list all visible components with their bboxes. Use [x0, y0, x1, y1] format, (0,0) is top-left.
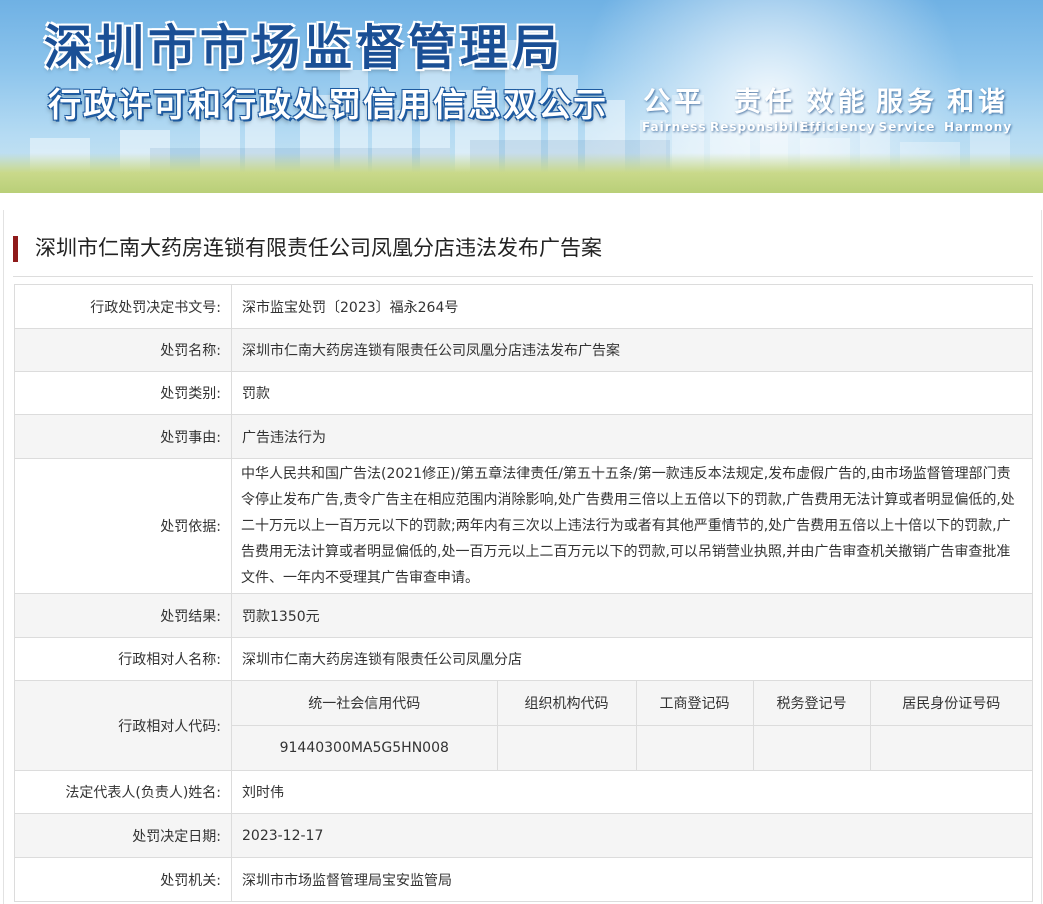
case-heading: 深圳市仁南大药房连锁有限责任公司凤凰分店违法发布广告案 — [13, 236, 1033, 277]
motto-service: 服务 Service — [876, 87, 938, 134]
code-value-row: 91440300MA5G5HN008 — [232, 725, 1032, 770]
banner-grass — [0, 153, 1043, 193]
motto-harmony: 和谐 Harmony — [944, 87, 1013, 134]
row-party-name: 行政相对人名称: 深圳市仁南大药房连锁有限责任公司凤凰分店 — [14, 637, 1033, 681]
doc-no-value: 深市监宝处罚〔2023〕福永264号 — [231, 284, 1033, 329]
penalty-name-value: 深圳市仁南大药房连锁有限责任公司凤凰分店违法发布广告案 — [231, 328, 1033, 372]
row-reason: 处罚事由: 广告违法行为 — [14, 414, 1033, 459]
party-name-value: 深圳市仁南大药房连锁有限责任公司凤凰分店 — [231, 637, 1033, 681]
row-basis: 处罚依据: 中华人民共和国广告法(2021修正)/第五章法律责任/第五十五条/第… — [14, 458, 1033, 594]
code-header: 统一社会信用代码 — [232, 681, 498, 726]
penalty-info-table: 行政处罚决定书文号: 深市监宝处罚〔2023〕福永264号 处罚名称: 深圳市仁… — [14, 284, 1033, 902]
row-legal-rep: 法定代表人(负责人)姓名: 刘时伟 — [14, 770, 1033, 814]
authority-value: 深圳市市场监督管理局宝安监管局 — [231, 857, 1033, 902]
code-value — [869, 725, 1032, 770]
party-code-table: 统一社会信用代码 组织机构代码 工商登记码 税务登记号 居民身份证号码 9144… — [232, 681, 1032, 770]
content-panel: 深圳市仁南大药房连锁有限责任公司凤凰分店违法发布广告案 行政处罚决定书文号: 深… — [3, 210, 1042, 904]
penalty-name-label: 处罚名称: — [14, 328, 232, 372]
row-category: 处罚类别: 罚款 — [14, 371, 1033, 415]
row-doc-no: 行政处罚决定书文号: 深市监宝处罚〔2023〕福永264号 — [14, 284, 1033, 329]
motto-fairness: 公平 Fairness — [642, 87, 707, 134]
result-value: 罚款1350元 — [231, 593, 1033, 638]
party-name-label: 行政相对人名称: — [14, 637, 232, 681]
banner-subtitle: 行政许可和行政处罚信用信息双公示 — [48, 85, 608, 124]
party-code-label: 行政相对人代码: — [14, 680, 232, 771]
decision-date-value: 2023-12-17 — [231, 813, 1033, 858]
authority-label: 处罚机关: — [14, 857, 232, 902]
header-banner: 深圳市市场监督管理局 行政许可和行政处罚信用信息双公示 公平 Fairness … — [0, 0, 1043, 193]
code-header: 税务登记号 — [752, 681, 871, 726]
category-label: 处罚类别: — [14, 371, 232, 415]
reason-label: 处罚事由: — [14, 414, 232, 459]
result-label: 处罚结果: — [14, 593, 232, 638]
row-penalty-name: 处罚名称: 深圳市仁南大药房连锁有限责任公司凤凰分店违法发布广告案 — [14, 328, 1033, 372]
doc-no-label: 行政处罚决定书文号: — [14, 284, 232, 329]
row-authority: 处罚机关: 深圳市市场监督管理局宝安监管局 — [14, 857, 1033, 902]
basis-value: 中华人民共和国广告法(2021修正)/第五章法律责任/第五十五条/第一款违反本法… — [231, 458, 1033, 594]
heading-accent-bar — [13, 236, 18, 262]
decision-date-label: 处罚决定日期: — [14, 813, 232, 858]
code-header-row: 统一社会信用代码 组织机构代码 工商登记码 税务登记号 居民身份证号码 — [232, 681, 1032, 726]
code-value — [635, 725, 754, 770]
row-decision-date: 处罚决定日期: 2023-12-17 — [14, 813, 1033, 858]
code-header: 工商登记码 — [635, 681, 754, 726]
row-result: 处罚结果: 罚款1350元 — [14, 593, 1033, 638]
code-header: 居民身份证号码 — [869, 681, 1032, 726]
motto-efficiency: 效能 Efficiency — [800, 87, 876, 134]
legal-rep-label: 法定代表人(负责人)姓名: — [14, 770, 232, 814]
basis-label: 处罚依据: — [14, 458, 232, 594]
banner-title: 深圳市市场监督管理局 — [44, 20, 565, 76]
code-value — [496, 725, 637, 770]
case-title: 深圳市仁南大药房连锁有限责任公司凤凰分店违法发布广告案 — [35, 236, 602, 260]
code-value — [752, 725, 871, 770]
row-party-code: 行政相对人代码: 统一社会信用代码 组织机构代码 工商登记码 税务登记号 居民身… — [14, 680, 1033, 771]
legal-rep-value: 刘时伟 — [231, 770, 1033, 814]
reason-value: 广告违法行为 — [231, 414, 1033, 459]
category-value: 罚款 — [231, 371, 1033, 415]
code-header: 组织机构代码 — [496, 681, 637, 726]
party-code-cell: 统一社会信用代码 组织机构代码 工商登记码 税务登记号 居民身份证号码 9144… — [231, 680, 1033, 771]
code-value: 91440300MA5G5HN008 — [232, 725, 498, 770]
